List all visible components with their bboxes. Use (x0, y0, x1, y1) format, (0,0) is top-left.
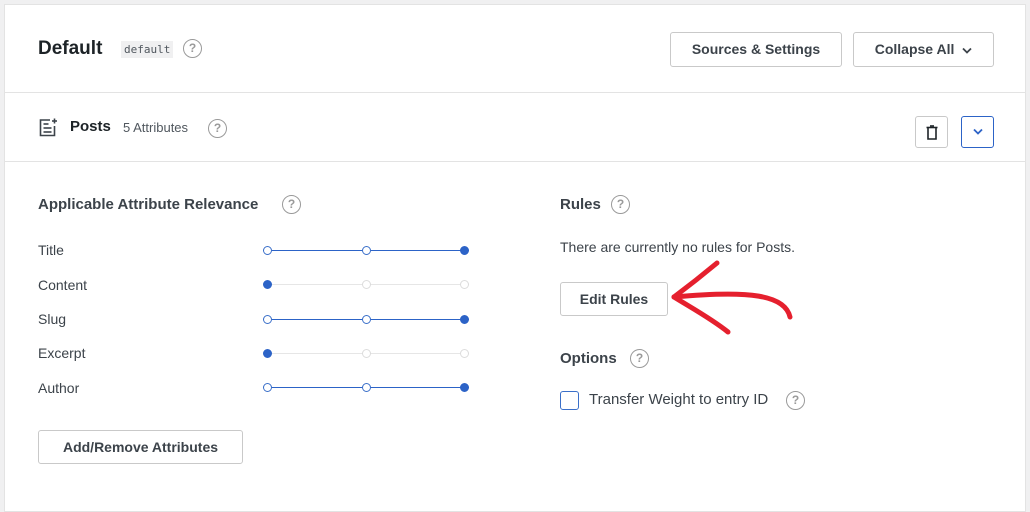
sources-settings-label: Sources & Settings (691, 41, 821, 57)
chevron-down-icon (972, 128, 983, 135)
source-name: Posts (70, 118, 111, 135)
slider-stop[interactable] (460, 349, 469, 358)
options-help-icon[interactable]: ? (630, 349, 649, 368)
relevance-title: Applicable Attribute Relevance (38, 196, 259, 213)
engine-header: Default default ? Sources & Settings Col… (5, 5, 1025, 93)
slider-stop[interactable] (263, 315, 272, 324)
attribute-count: 5 Attributes (123, 120, 189, 135)
posts-icon (39, 118, 57, 137)
edit-rules-button[interactable]: Edit Rules (560, 282, 668, 316)
edit-rules-label: Edit Rules (579, 291, 649, 307)
expand-source-button[interactable] (961, 116, 994, 148)
annotation-arrow-icon (671, 260, 793, 335)
slider-stop[interactable] (263, 280, 272, 289)
remove-source-button[interactable] (915, 116, 948, 148)
engine-slug: default (121, 41, 174, 58)
options-title: Options (560, 350, 617, 367)
slider-stop[interactable] (361, 280, 371, 289)
attribute-label: Title (38, 242, 64, 258)
add-remove-attributes-label: Add/Remove Attributes (62, 439, 219, 455)
engine-help-icon[interactable]: ? (183, 39, 202, 58)
slider-stop[interactable] (460, 246, 469, 255)
source-help-icon[interactable]: ? (208, 119, 227, 138)
slider-stop[interactable] (460, 383, 469, 392)
source-row[interactable]: Posts 5 Attributes ? (5, 94, 1025, 162)
slider-stop[interactable] (361, 246, 371, 255)
weight-slider[interactable] (263, 280, 469, 290)
transfer-weight-checkbox[interactable] (560, 391, 579, 410)
add-remove-attributes-button[interactable]: Add/Remove Attributes (38, 430, 243, 464)
trash-icon (926, 125, 937, 140)
rules-help-icon[interactable]: ? (611, 195, 630, 214)
transfer-weight-help-icon[interactable]: ? (786, 391, 805, 410)
transfer-weight-label[interactable]: Transfer Weight to entry ID (589, 391, 768, 408)
weight-slider[interactable] (263, 349, 469, 359)
slider-stop[interactable] (263, 349, 272, 358)
attribute-label: Slug (38, 311, 67, 327)
attribute-label: Content (38, 277, 88, 293)
weight-slider[interactable] (263, 246, 469, 256)
slider-stop[interactable] (361, 315, 371, 324)
collapse-all-label: Collapse All (874, 41, 955, 57)
relevance-help-icon[interactable]: ? (282, 195, 301, 214)
weight-slider[interactable] (263, 315, 469, 325)
engine-panel: Default default ? Sources & Settings Col… (4, 4, 1026, 512)
slider-stop[interactable] (460, 315, 469, 324)
slider-stop[interactable] (361, 349, 371, 358)
attribute-label: Author (38, 380, 80, 396)
slider-stop[interactable] (361, 383, 371, 392)
slider-stop[interactable] (263, 383, 272, 392)
slider-stop[interactable] (460, 280, 469, 289)
attribute-label: Excerpt (38, 345, 86, 361)
chevron-down-icon (962, 47, 972, 54)
engine-title: Default (38, 38, 103, 59)
rules-title: Rules (560, 196, 601, 213)
collapse-all-button[interactable]: Collapse All (853, 32, 994, 67)
slider-stop[interactable] (263, 246, 272, 255)
rules-empty-text: There are currently no rules for Posts. (560, 239, 795, 255)
weight-slider[interactable] (263, 383, 469, 393)
sources-settings-button[interactable]: Sources & Settings (670, 32, 842, 67)
